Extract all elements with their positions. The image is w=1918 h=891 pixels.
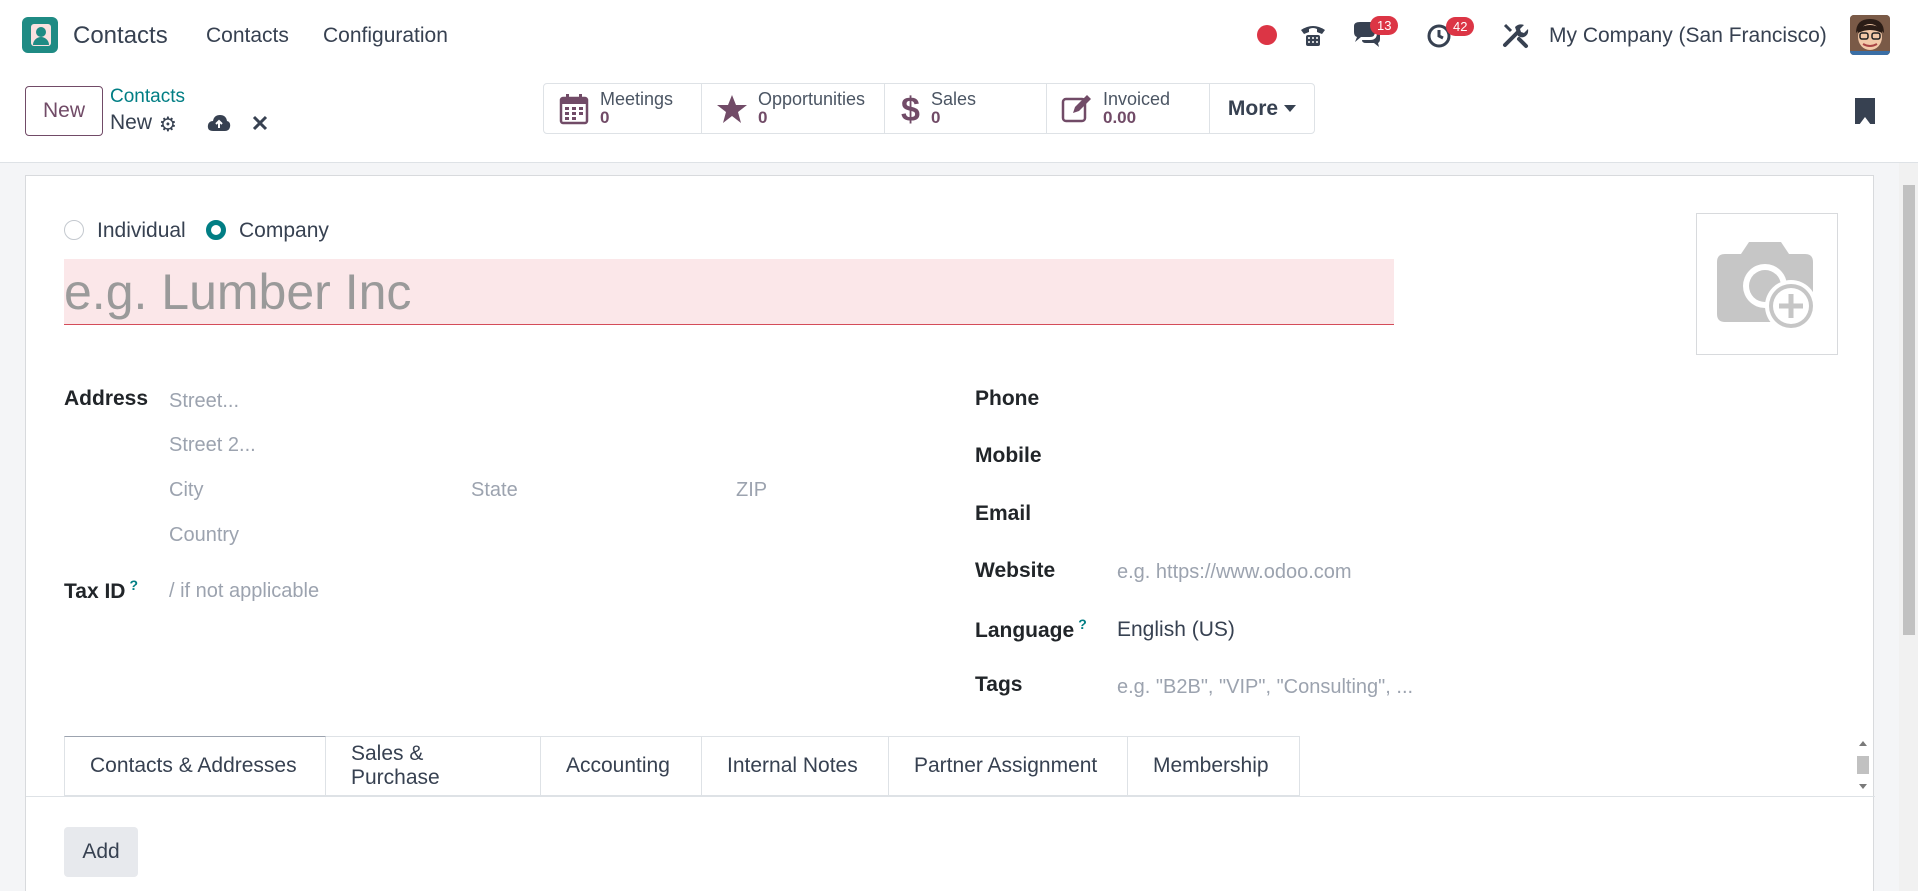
opportunities-label: Opportunities [758,89,866,110]
recording-indicator-icon[interactable] [1257,25,1277,45]
svg-text:$: $ [901,91,920,127]
company-name-field[interactable] [64,259,1394,325]
more-label: More [1227,96,1279,120]
tabs-divider [26,796,1875,797]
messages-badge: 13 [1370,16,1399,35]
sales-count: 0 [931,108,941,128]
city-field[interactable]: City [169,479,203,502]
sales-label: Sales [931,89,977,110]
zip-field[interactable]: ZIP [736,479,767,502]
notebook-tabs: Contacts & Addresses Sales & Purchase Ac… [64,736,1300,796]
app-name[interactable]: Contacts [73,22,168,50]
breadcrumb-current: New [110,111,153,134]
new-button[interactable]: New [25,86,103,136]
taxid-help-icon[interactable]: ? [129,577,138,593]
tab-sales-purchase[interactable]: Sales & Purchase [326,736,541,796]
individual-label[interactable]: Individual [97,219,186,243]
email-label: Email [975,502,1032,525]
invoiced-label: Invoiced [1103,89,1171,110]
tab-partner-assignment[interactable]: Partner Assignment [889,736,1128,796]
tools-icon[interactable] [1501,21,1529,54]
calendar-icon [558,93,590,125]
tab-membership[interactable]: Membership [1128,736,1300,796]
meetings-label: Meetings [600,89,674,110]
edit-icon [1061,93,1093,125]
taxid-field[interactable]: / if not applicable [169,580,319,603]
meetings-count: 0 [600,108,610,128]
language-select[interactable]: English (US) [1117,618,1235,642]
language-help-icon[interactable]: ? [1078,616,1087,632]
tags-label: Tags [975,673,1023,696]
company-label[interactable]: Company [239,219,329,243]
breadcrumb-contacts[interactable]: Contacts [110,86,185,108]
save-cloud-icon[interactable] [207,114,231,138]
radio-company[interactable] [206,220,226,240]
more-dropdown-button[interactable]: More [1210,84,1314,133]
smart-buttons-bar: Meetings 0 Opportunities 0 $ Sales 0 Inv… [543,83,1315,134]
add-contact-button[interactable]: Add [64,827,138,877]
country-field[interactable]: Country [169,524,239,547]
page-scrollbar-thumb[interactable] [1903,185,1915,635]
dollar-icon: $ [899,91,921,127]
caret-down-icon [1284,105,1297,112]
gear-icon[interactable]: ⚙ [159,112,177,137]
tags-field[interactable]: e.g. "B2B", "VIP", "Consulting", ... [1117,676,1413,699]
camera-plus-icon [1717,242,1817,332]
page-scrollbar[interactable] [1899,163,1918,891]
state-field[interactable]: State [471,479,518,502]
smart-button-invoiced[interactable]: Invoiced 0.00 [1047,84,1210,133]
radio-individual[interactable] [64,220,84,240]
address-label: Address [64,387,149,410]
taxid-label: Tax ID? [64,577,139,603]
star-icon [716,93,748,125]
invoiced-amount: 0.00 [1103,108,1137,128]
company-switcher[interactable]: My Company (San Francisco) [1549,24,1827,48]
form-sheet: Individual Company Address Street... Str… [25,175,1875,891]
language-label: Language? [975,616,1087,642]
smart-button-sales[interactable]: $ Sales 0 [885,84,1047,133]
mobile-label: Mobile [975,444,1042,467]
activities-badge: 42 [1446,17,1475,36]
company-name-input[interactable] [64,259,1394,324]
bookmark-icon[interactable] [1855,98,1875,125]
messages-icon[interactable]: 13 [1350,16,1399,55]
contacts-app-icon[interactable] [22,17,58,53]
menu-contacts[interactable]: Contacts [206,24,289,48]
website-label: Website [975,559,1056,582]
street2-field[interactable]: Street 2... [169,434,256,457]
menu-configuration[interactable]: Configuration [323,24,448,48]
activities-clock-icon[interactable]: 42 [1426,17,1475,54]
tabs-scrollbar[interactable] [1856,738,1870,793]
tab-accounting[interactable]: Accounting [541,736,702,796]
phone-icon[interactable] [1298,20,1328,55]
tab-internal-notes[interactable]: Internal Notes [702,736,889,796]
street-field[interactable]: Street... [169,390,239,413]
opportunities-count: 0 [758,108,768,128]
top-navbar: Contacts Contacts Configuration 13 42 My… [0,0,1918,72]
smart-button-opportunities[interactable]: Opportunities 0 [702,84,885,133]
user-avatar[interactable] [1850,15,1890,55]
tab-contacts-addresses[interactable]: Contacts & Addresses [64,736,326,796]
discard-close-icon[interactable] [251,114,269,138]
phone-label: Phone [975,387,1040,410]
photo-upload[interactable] [1696,213,1838,355]
smart-button-meetings[interactable]: Meetings 0 [544,84,702,133]
website-field[interactable]: e.g. https://www.odoo.com [1117,561,1352,584]
